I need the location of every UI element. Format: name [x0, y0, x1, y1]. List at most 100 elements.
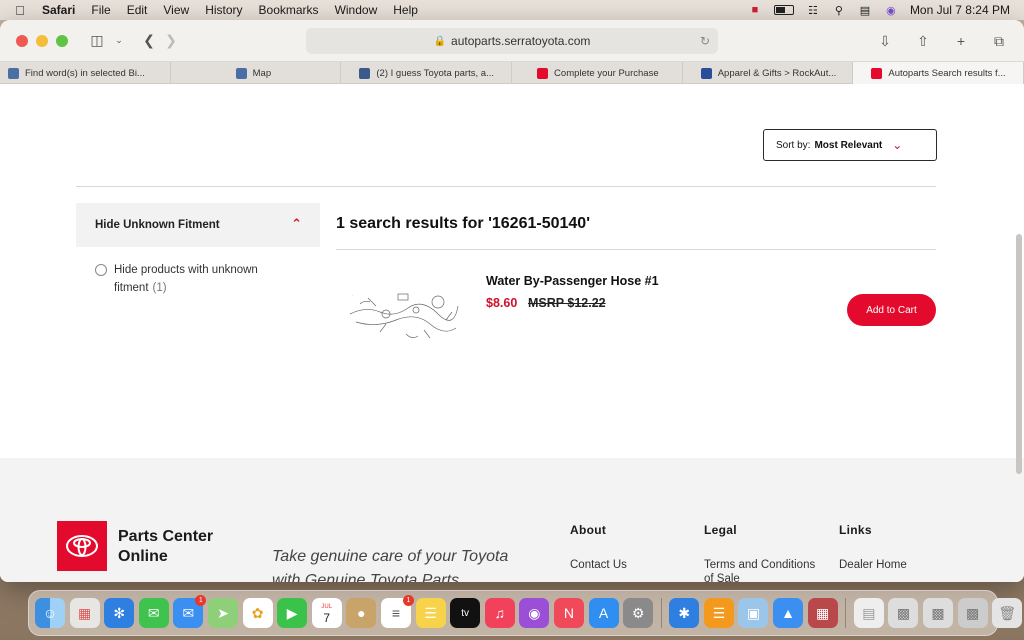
dock-separator	[660, 598, 662, 628]
parts-center-brand[interactable]: Parts Center Online	[118, 527, 248, 567]
siri-icon[interactable]: ◉	[884, 4, 898, 17]
system-preferences-icon[interactable]: ⚙	[623, 598, 654, 628]
reminders-badge: 1	[402, 595, 414, 606]
menu-help[interactable]: Help	[385, 3, 426, 17]
footer-links-heading: Links	[839, 523, 872, 537]
control-center-icon[interactable]: ▤	[858, 4, 872, 17]
close-window-button[interactable]	[16, 34, 28, 47]
radio-button[interactable]	[95, 264, 107, 276]
footer-about-heading: About	[570, 523, 607, 537]
downloads-stack-icon[interactable]: ▩	[923, 598, 954, 628]
notes-icon[interactable]: ☰	[415, 598, 446, 628]
finder-icon[interactable]: ☺	[35, 598, 65, 628]
add-to-cart-button[interactable]: Add to Cart	[847, 294, 936, 326]
maps-icon[interactable]: ➤	[207, 598, 238, 628]
tab-favicon-icon	[871, 67, 883, 79]
sort-dropdown[interactable]: Sort by: Most Relevant ⌄	[763, 129, 937, 161]
screenshot-stack-icon[interactable]: ▩	[888, 598, 919, 628]
minimize-window-button[interactable]	[36, 34, 48, 47]
mail-icon[interactable]: ✉ 1	[173, 595, 207, 628]
books-icon[interactable]: ☰	[703, 598, 734, 628]
forward-icon[interactable]: ❯	[160, 30, 182, 52]
new-tab-icon[interactable]: +	[950, 30, 972, 52]
tab-map[interactable]: Map	[171, 62, 342, 84]
battery-icon[interactable]	[773, 5, 794, 15]
lock-icon: 🔒	[433, 35, 447, 47]
status-area: ■ ☷ ⚲ ▤ ◉ Mon Jul 7 8:24 PM	[748, 3, 1024, 17]
tab-bar: Find word(s) in selected Bi... Map (2) I…	[0, 62, 1024, 84]
toyota-emblem-icon	[66, 535, 98, 557]
facetime-icon[interactable]: ▶	[277, 598, 308, 628]
tab-complete-purchase[interactable]: Complete your Purchase	[512, 62, 683, 84]
keynote-icon[interactable]: ▲	[773, 598, 804, 628]
tab-autoparts-search[interactable]: Autoparts Search results f...	[853, 62, 1024, 84]
sort-label: Sort by:	[776, 139, 811, 151]
news-icon[interactable]: N	[553, 598, 584, 628]
divider	[336, 249, 936, 250]
tab-find-words[interactable]: Find word(s) in selected Bi...	[0, 62, 171, 84]
zoom-window-button[interactable]	[56, 34, 68, 47]
menu-bookmarks[interactable]: Bookmarks	[251, 3, 327, 17]
contacts-icon[interactable]: ●	[346, 598, 377, 628]
folder-stack-icon[interactable]: ▩	[957, 598, 988, 628]
trash-icon[interactable]: 🗑	[992, 598, 1023, 628]
site-footer: Parts Center Online Take genuine care of…	[0, 458, 1024, 582]
mail-badge: 1	[195, 595, 207, 606]
menu-app-safari[interactable]: Safari	[40, 3, 83, 17]
preview-icon[interactable]: ▣	[738, 598, 769, 628]
document-stack-icon[interactable]: ▤	[853, 598, 884, 628]
tab-rockauto-apparel[interactable]: Apparel & Gifts > RockAut...	[683, 62, 854, 84]
toyota-logo-icon[interactable]	[57, 521, 107, 571]
tab-label: Apparel & Gifts > RockAut...	[717, 67, 837, 79]
menu-file[interactable]: File	[83, 3, 118, 17]
calendar-icon[interactable]: JUL 7	[311, 598, 342, 628]
sidebar-menu-chevron-icon[interactable]: ⌄	[108, 30, 130, 52]
podcasts-icon[interactable]: ◉	[519, 598, 550, 628]
dealer-home-link[interactable]: Dealer Home	[839, 558, 959, 572]
photos-icon[interactable]: ✿	[242, 598, 273, 628]
tab-label: (2) I guess Toyota parts, a...	[376, 67, 494, 79]
svg-text:-: -	[352, 293, 353, 297]
filter-option-text: Hide products with unknown fitment (1)	[114, 261, 295, 297]
product-diagram-image[interactable]: -	[346, 284, 462, 344]
launchpad-icon[interactable]: ▦	[69, 598, 100, 628]
address-bar[interactable]: 🔒 autoparts.serratoyota.com ↻	[306, 28, 718, 54]
footer-legal-heading: Legal	[704, 523, 737, 537]
filter-option-label: Hide products with unknown fitment	[114, 264, 258, 294]
menu-view[interactable]: View	[155, 3, 197, 17]
terms-link[interactable]: Terms and Conditions of Sale	[704, 558, 824, 582]
app-store-icon[interactable]: A	[588, 598, 619, 628]
archive-utility-icon[interactable]: ▦	[807, 598, 838, 628]
sidebar-toggle-icon[interactable]: ◫	[86, 30, 108, 52]
contact-us-link[interactable]: Contact Us	[570, 558, 690, 572]
status-app-icon[interactable]: ■	[748, 4, 762, 16]
menu-window[interactable]: Window	[327, 3, 386, 17]
share-icon[interactable]: ⇧	[912, 30, 934, 52]
menu-edit[interactable]: Edit	[119, 3, 156, 17]
reload-icon[interactable]: ↻	[700, 34, 710, 48]
reminders-icon[interactable]: ≡ 1	[380, 595, 414, 628]
menu-clock[interactable]: Mon Jul 7 8:24 PM	[910, 3, 1010, 17]
fitment-filter-header[interactable]: Hide Unknown Fitment ⌃	[76, 203, 320, 247]
product-name-link[interactable]: Water By-Passenger Hose #1	[486, 274, 659, 288]
page-scrollbar[interactable]	[1016, 234, 1022, 474]
menu-bar:  Safari File Edit View History Bookmark…	[0, 0, 1024, 20]
menu-history[interactable]: History	[197, 3, 250, 17]
filter-option-count: (1)	[152, 282, 167, 294]
bluetooth-icon[interactable]: ✱	[669, 598, 700, 628]
music-icon[interactable]: ♫	[484, 598, 515, 628]
apple-tv-icon[interactable]: tv	[450, 598, 481, 628]
downloads-icon[interactable]: ⇩	[874, 30, 896, 52]
wifi-icon[interactable]: ☷	[806, 4, 820, 17]
tab-toyota-parts-post[interactable]: (2) I guess Toyota parts, a...	[341, 62, 513, 84]
tab-favicon-icon	[700, 67, 712, 79]
web-page: Sort by: Most Relevant ⌄ Hide Unknown Fi…	[0, 84, 1024, 582]
back-icon[interactable]: ❮	[138, 30, 160, 52]
tab-overview-icon[interactable]: ⧉	[988, 30, 1010, 52]
tab-label: Map	[252, 67, 272, 79]
spotlight-search-icon[interactable]: ⚲	[832, 4, 846, 17]
apple-menu-icon[interactable]: 	[0, 3, 40, 18]
hide-unknown-fitment-option[interactable]: Hide products with unknown fitment (1)	[95, 261, 295, 297]
messages-icon[interactable]: ✉	[138, 598, 169, 628]
safari-icon[interactable]: ✻	[104, 598, 135, 628]
